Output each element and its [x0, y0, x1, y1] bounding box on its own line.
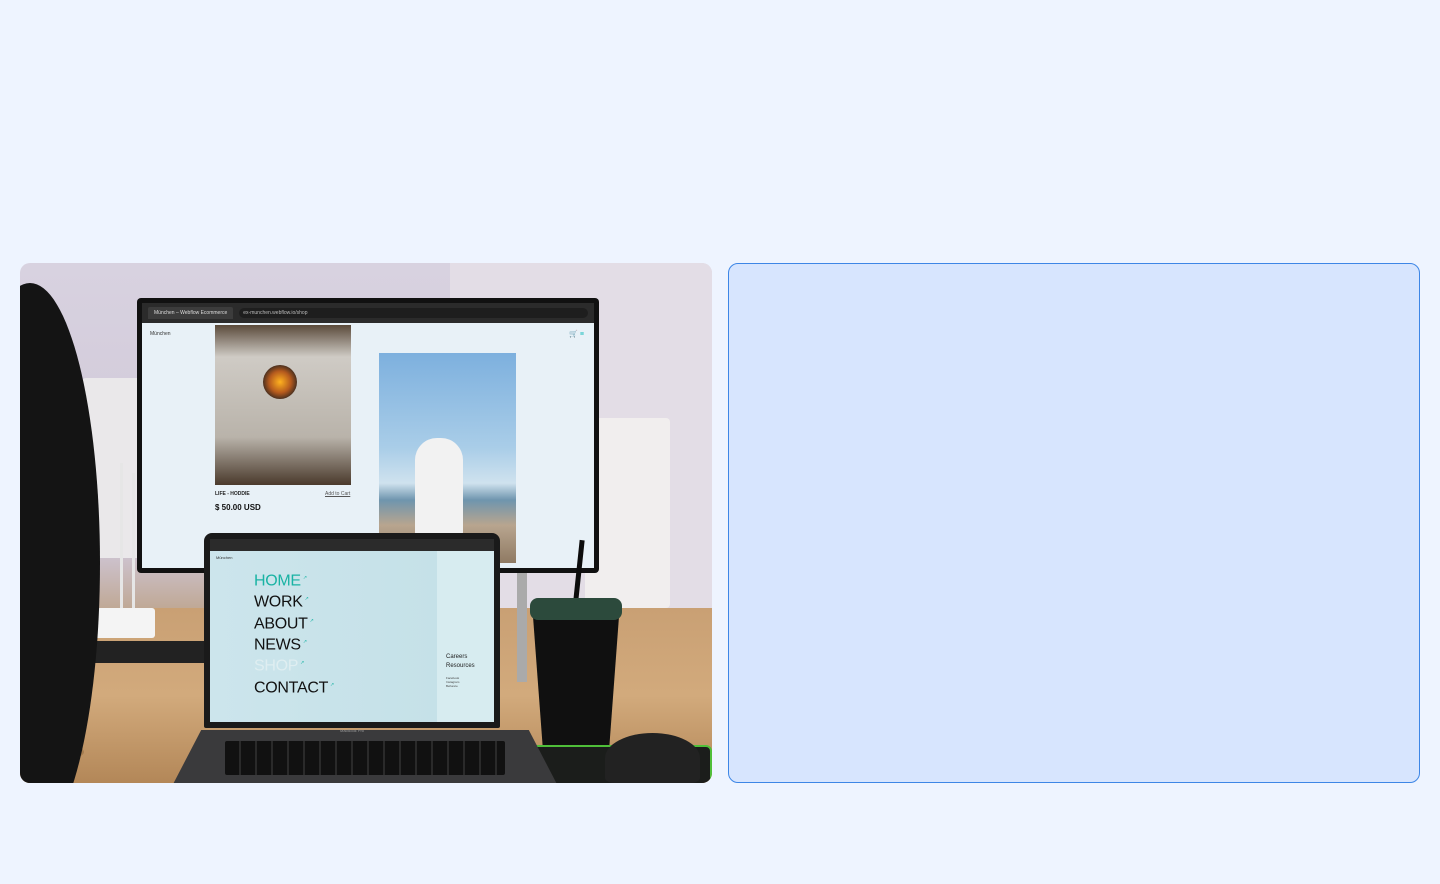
product-price: $ 50.00 USD — [215, 503, 261, 512]
menu-item-news: NEWS ↗ — [254, 636, 307, 654]
side-link-resources: Resources — [446, 663, 475, 669]
browser-toolbar: München – Webflow Ecommerce ex-munchen.w… — [142, 303, 594, 323]
nav-menu: HOME ↗ WORK ↗ ABOUT ↗ NEWS ↗ SHOP ↗ CONTACT ↗ — [254, 569, 334, 697]
laptop-model-label: MacBook Pro — [340, 728, 365, 733]
cable — [120, 463, 123, 623]
menu-item-about: ABOUT ↗ — [254, 614, 314, 632]
monitor-stand — [517, 572, 527, 682]
product-image-beach — [379, 353, 516, 563]
computer-mouse — [605, 733, 700, 783]
hoodie-print — [263, 365, 297, 399]
laptop-keyboard — [225, 741, 505, 775]
social-link-behance: Behance — [446, 684, 458, 688]
menu-item-contact: CONTACT ↗ — [254, 678, 334, 696]
side-link-careers: Careers — [446, 654, 468, 660]
side-links: Careers Resources Facebook Instagram Beh… — [446, 653, 475, 688]
address-bar: ex-munchen.webflow.io/shop — [239, 308, 588, 318]
monitor-screen: München – Webflow Ecommerce ex-munchen.w… — [142, 303, 594, 568]
tumbler-cup — [532, 603, 620, 745]
white-hoodie-figure — [415, 438, 463, 538]
menu-item-work: WORK ↗ — [254, 593, 309, 611]
laptop: München HOME ↗ WORK ↗ ABOUT ↗ NEWS ↗ SHOP ↗ C… — [204, 533, 500, 728]
menu-item-home: HOME ↗ — [254, 572, 307, 590]
foreground-shadow — [20, 283, 100, 783]
laptop-screen: München HOME ↗ WORK ↗ ABOUT ↗ NEWS ↗ SHOP ↗ C… — [210, 539, 494, 722]
cable — [132, 473, 135, 623]
menu-item-shop: SHOP ↗ — [254, 657, 305, 675]
cup-lid — [530, 598, 622, 620]
power-adapter — [95, 608, 155, 638]
add-to-cart-link: Add to Cart — [325, 491, 351, 497]
browser-tab: München – Webflow Ecommerce — [148, 307, 234, 319]
laptop-browser-toolbar — [210, 539, 494, 551]
monitor: München – Webflow Ecommerce ex-munchen.w… — [137, 298, 599, 573]
product-image-hoodie — [215, 325, 351, 485]
laptop-site-logo: München — [216, 555, 233, 560]
product-name: LIFE - HODDIE — [215, 491, 250, 497]
power-strip — [75, 641, 225, 663]
cart-icon: 🛒 ≡ — [569, 331, 584, 338]
content-panel — [728, 263, 1420, 783]
site-logo: München — [150, 331, 171, 337]
hero-photo: München – Webflow Ecommerce ex-munchen.w… — [20, 263, 712, 783]
